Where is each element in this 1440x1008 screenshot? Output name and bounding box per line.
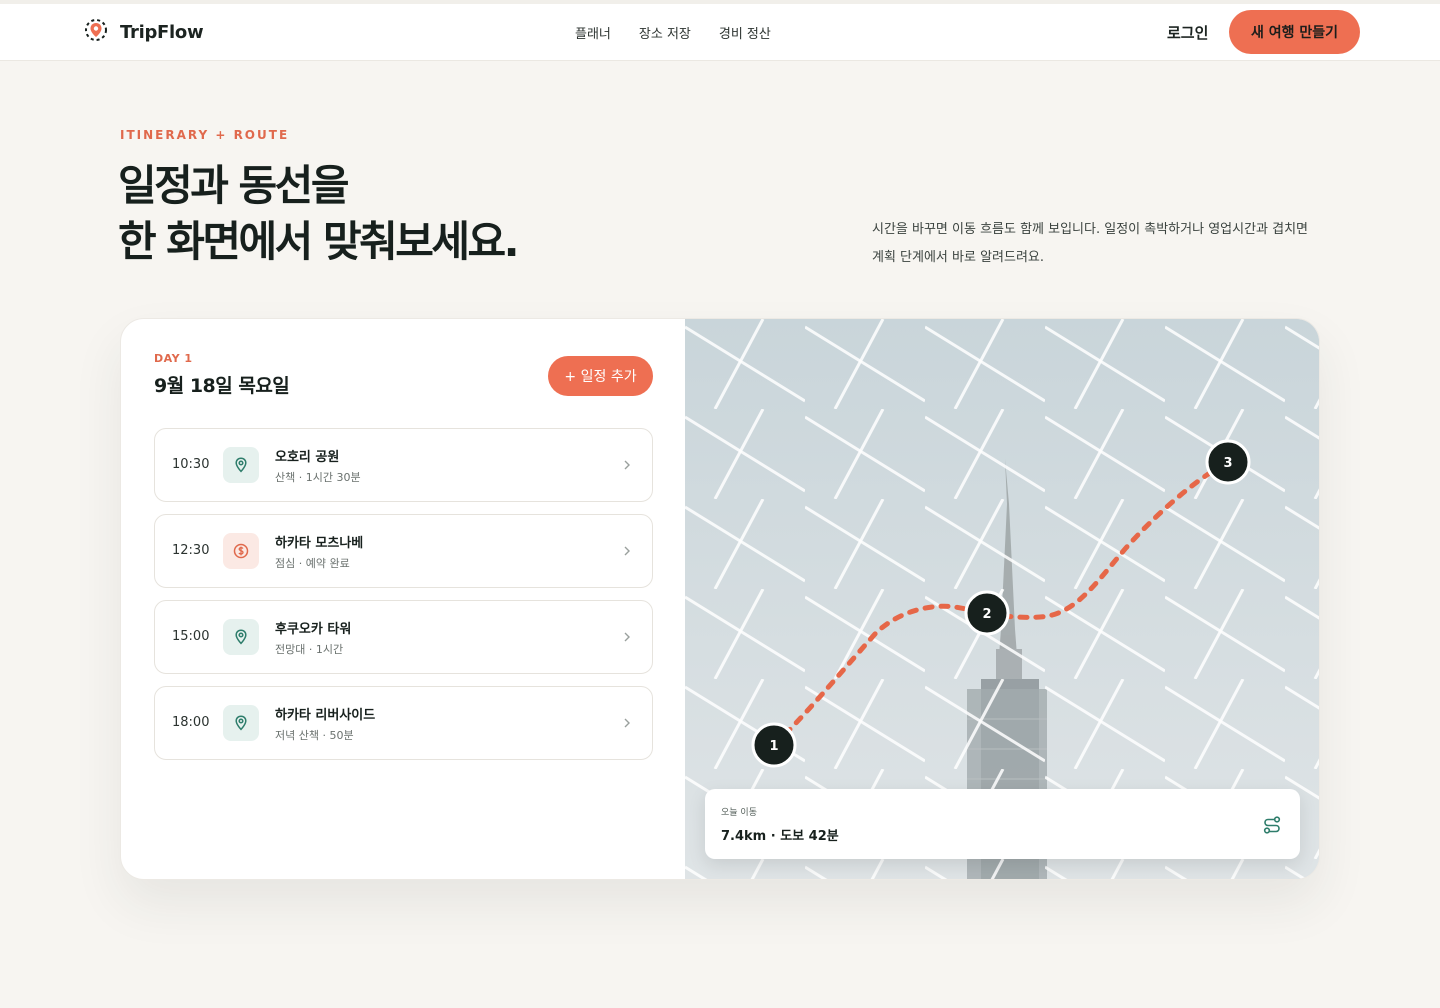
chevron-right-icon (624, 546, 630, 556)
route-map[interactable]: 1 2 3 오늘 이동 7.4km · 도보 42분 (685, 319, 1319, 879)
marker-label: 2 (982, 607, 991, 622)
chevron-right-icon (624, 632, 630, 642)
top-navigation: TripFlow 플래너 장소 저장 경비 정산 로그인 새 여행 만들기 (0, 4, 1440, 61)
page-title-line-2: 한 화면에서 맞춰보세요. (118, 217, 520, 266)
main-menu: 플래너 장소 저장 경비 정산 (575, 23, 771, 42)
summary-label: 오늘 이동 (721, 808, 757, 818)
itinerary-item[interactable]: 12:30 하카타 모츠나베 점심 · 예약 완료 (154, 514, 653, 588)
route-summary-card: 오늘 이동 7.4km · 도보 42분 (705, 789, 1300, 859)
item-meta: 전망대 · 1시간 (275, 643, 344, 656)
nav-expense-split[interactable]: 경비 정산 (719, 23, 771, 42)
item-name: 하카타 리버사이드 (275, 708, 376, 723)
planner-card: DAY 1 9월 18일 목요일 + 일정 추가 10:30 오호리 공원 산책… (120, 318, 1320, 880)
item-name: 후쿠오카 타워 (275, 622, 352, 637)
item-meta: 저녁 산책 · 50분 (275, 729, 354, 742)
item-time: 10:30 (172, 457, 210, 472)
item-meta: 점심 · 예약 완료 (275, 557, 350, 570)
route-marker-1: 1 (751, 722, 797, 768)
dollar-coin-icon (223, 533, 259, 569)
chevron-right-icon (624, 460, 630, 470)
map-pin-icon (223, 705, 259, 741)
itinerary-list: 10:30 오호리 공원 산책 · 1시간 30분 12:30 하카타 모츠나베… (154, 428, 653, 772)
itinerary-item[interactable]: 15:00 후쿠오카 타워 전망대 · 1시간 (154, 600, 653, 674)
item-time: 15:00 (172, 629, 210, 644)
itinerary-panel: DAY 1 9월 18일 목요일 + 일정 추가 10:30 오호리 공원 산책… (121, 319, 685, 879)
nav-saved-places[interactable]: 장소 저장 (639, 23, 691, 42)
brand-logo[interactable]: TripFlow (84, 18, 204, 46)
day-date: 9월 18일 목요일 (154, 375, 290, 397)
nav-planner[interactable]: 플래너 (575, 23, 611, 42)
itinerary-item[interactable]: 10:30 오호리 공원 산책 · 1시간 30분 (154, 428, 653, 502)
marker-label: 3 (1223, 456, 1232, 471)
map-pin-icon (223, 619, 259, 655)
hero-description: 시간을 바꾸면 이동 흐름도 함께 보입니다. 일정이 촉박하거나 영업시간과 … (872, 222, 1309, 265)
marker-label: 1 (769, 739, 778, 754)
item-meta: 산책 · 1시간 30분 (275, 471, 361, 484)
section-eyebrow: ITINERARY + ROUTE (120, 128, 290, 142)
page-title-line-1: 일정과 동선을 (118, 161, 349, 210)
map-pin-icon (223, 447, 259, 483)
day-label: DAY 1 (154, 352, 193, 365)
page-title: 일정과 동선을 한 화면에서 맞춰보세요. (118, 158, 520, 270)
summary-value: 7.4km · 도보 42분 (721, 829, 839, 844)
item-name: 하카타 모츠나베 (275, 536, 364, 551)
chevron-right-icon (624, 718, 630, 728)
map-pin-route-icon (84, 18, 108, 46)
brand-name: TripFlow (120, 21, 204, 43)
item-time: 12:30 (172, 543, 210, 558)
route-marker-2: 2 (964, 590, 1010, 636)
item-name: 오호리 공원 (275, 450, 340, 465)
route-icon[interactable] (1262, 815, 1282, 835)
itinerary-item[interactable]: 18:00 하카타 리버사이드 저녁 산책 · 50분 (154, 686, 653, 760)
route-marker-3: 3 (1205, 439, 1251, 485)
new-trip-button[interactable]: 새 여행 만들기 (1229, 10, 1360, 54)
add-schedule-button[interactable]: + 일정 추가 (548, 356, 653, 396)
item-time: 18:00 (172, 715, 210, 730)
login-link[interactable]: 로그인 (1167, 22, 1208, 43)
